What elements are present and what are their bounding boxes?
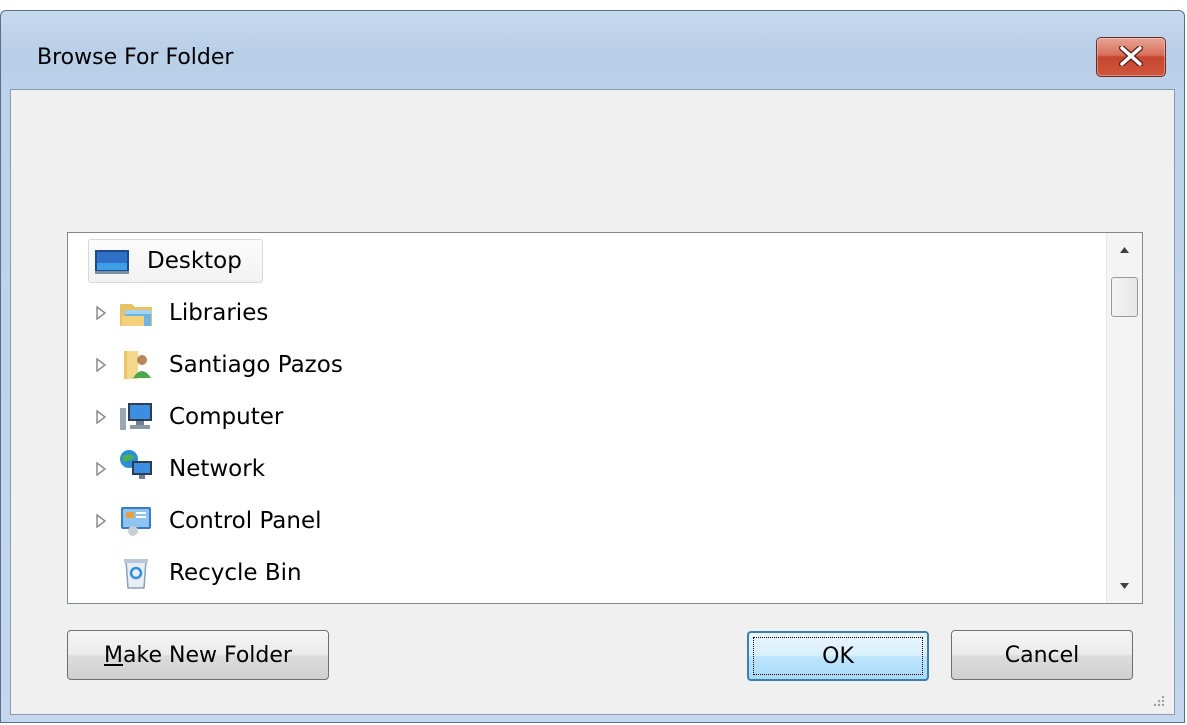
dialog-title: Browse For Folder (37, 45, 234, 70)
browse-for-folder-dialog: Browse For Folder Desktop Libraries Sant… (0, 10, 1185, 723)
tree-item-label: Computer (169, 404, 284, 430)
arrow-up-icon (1120, 247, 1129, 253)
tree-item-label: Desktop (147, 248, 242, 274)
expand-arrow-icon[interactable] (94, 514, 108, 528)
desktop-icon (95, 250, 129, 274)
tree-item-user-folder[interactable]: Santiago Pazos (68, 343, 1108, 387)
vertical-scrollbar[interactable] (1106, 233, 1142, 603)
recycle-bin-icon (124, 559, 148, 589)
tree-item-control-panel[interactable]: Control Panel (68, 499, 1108, 543)
tree-item-label: Libraries (169, 300, 269, 326)
tree-item-recycle-bin[interactable]: Recycle Bin (68, 551, 1108, 595)
tree-item-label: Santiago Pazos (169, 352, 343, 378)
button-label: Cancel (1004, 642, 1080, 668)
resize-grip-icon[interactable] (1150, 692, 1166, 708)
focus-rectangle (753, 637, 923, 675)
expand-arrow-icon[interactable] (94, 410, 108, 424)
ok-button[interactable]: OK (747, 631, 929, 681)
button-label: ake New Folder (123, 642, 292, 668)
folder-tree[interactable]: Desktop Libraries Santiago Pazos Compute… (67, 232, 1143, 604)
title-bar[interactable]: Browse For Folder (1, 11, 1184, 89)
scroll-up-button[interactable] (1107, 233, 1142, 267)
scroll-thumb[interactable] (1111, 277, 1138, 317)
make-new-folder-button[interactable]: Make New Folder (67, 630, 329, 680)
tree-item-label: Recycle Bin (169, 560, 302, 586)
tree-item-computer[interactable]: Computer (68, 395, 1108, 439)
tree-item-label: Network (169, 456, 266, 482)
control-panel-icon (121, 507, 151, 536)
computer-icon (120, 403, 152, 430)
libraries-icon (120, 304, 152, 326)
tree-item-desktop[interactable]: Desktop (68, 239, 1108, 283)
cancel-button[interactable]: Cancel (951, 630, 1133, 680)
user-folder-icon (124, 351, 151, 379)
close-icon (1119, 46, 1143, 66)
close-button[interactable] (1096, 37, 1166, 77)
dialog-body: Desktop Libraries Santiago Pazos Compute… (10, 89, 1175, 715)
tree-item-libraries[interactable]: Libraries (68, 291, 1108, 335)
expand-arrow-icon[interactable] (94, 358, 108, 372)
expand-arrow-icon[interactable] (94, 306, 108, 320)
scroll-down-button[interactable] (1107, 569, 1142, 603)
arrow-down-icon (1120, 583, 1129, 589)
mnemonic-letter: M (104, 642, 124, 668)
tree-item-label: Control Panel (169, 508, 322, 534)
expand-arrow-icon[interactable] (94, 462, 108, 476)
network-icon (120, 450, 152, 479)
tree-item-network[interactable]: Network (68, 447, 1108, 491)
